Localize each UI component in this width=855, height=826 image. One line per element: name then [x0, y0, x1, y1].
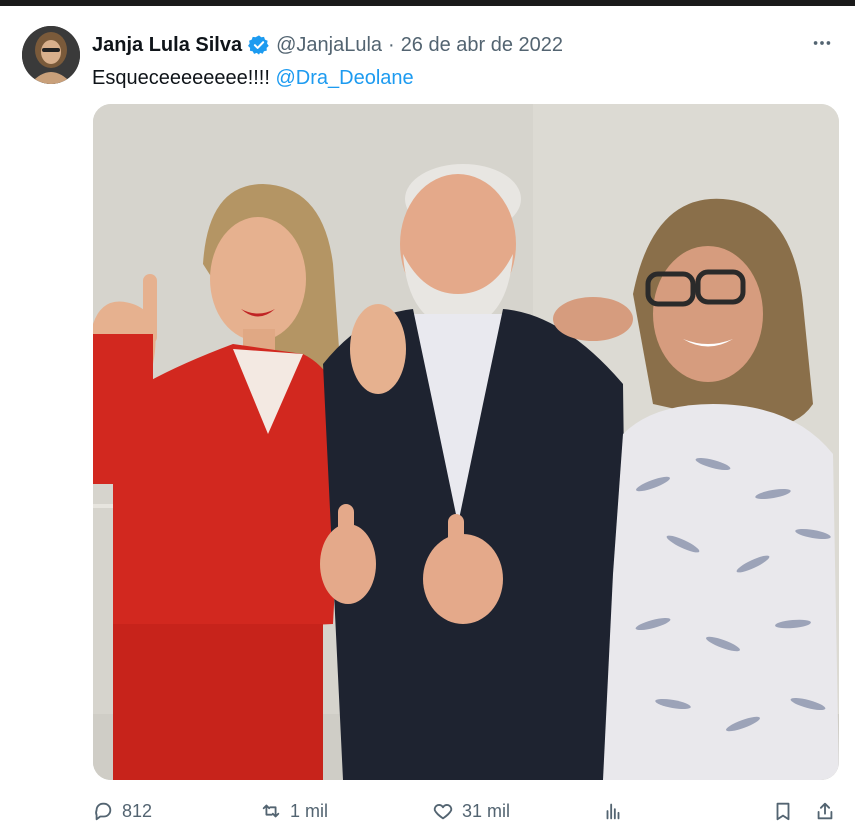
retweet-icon [262, 804, 280, 818]
retweet-button[interactable]: 1 mil [260, 800, 328, 822]
tweet-date[interactable]: 26 de abr de 2022 [401, 34, 563, 57]
display-name[interactable]: Janja Lula Silva [92, 34, 242, 57]
tweet: Janja Lula Silva @JanjaLula · 26 de abr … [0, 6, 855, 821]
retweet-count: 1 mil [290, 800, 329, 821]
analytics-button[interactable] [602, 800, 624, 822]
reply-count: 812 [122, 800, 153, 821]
photo-illustration [93, 104, 839, 780]
reply-icon [95, 802, 112, 821]
verified-badge-icon [248, 34, 270, 56]
like-button[interactable]: 31 mil [432, 800, 510, 822]
avatar[interactable] [22, 26, 80, 84]
separator: · [388, 33, 395, 56]
tweet-text: Esqueceeeeeeee!!!! @Dra_Deolane [92, 64, 414, 92]
bookmark-icon [776, 802, 790, 821]
tweet-text-body: Esqueceeeeeeee!!!! [92, 67, 270, 89]
tweet-header: Janja Lula Silva @JanjaLula · 26 de abr … [92, 30, 563, 60]
tweet-actions: 812 1 mil 31 mil [92, 800, 842, 826]
analytics-icon [606, 803, 620, 820]
tweet-photo[interactable] [93, 104, 839, 780]
reply-button[interactable]: 812 [92, 800, 152, 822]
like-icon [433, 804, 453, 820]
like-count: 31 mil [462, 800, 511, 821]
bookmark-button[interactable] [772, 800, 794, 822]
more-icon[interactable] [807, 28, 837, 58]
mention-link[interactable]: @Dra_Deolane [275, 67, 413, 89]
share-icon [817, 802, 833, 820]
handle[interactable]: @JanjaLula [276, 34, 382, 57]
share-button[interactable] [814, 800, 836, 822]
